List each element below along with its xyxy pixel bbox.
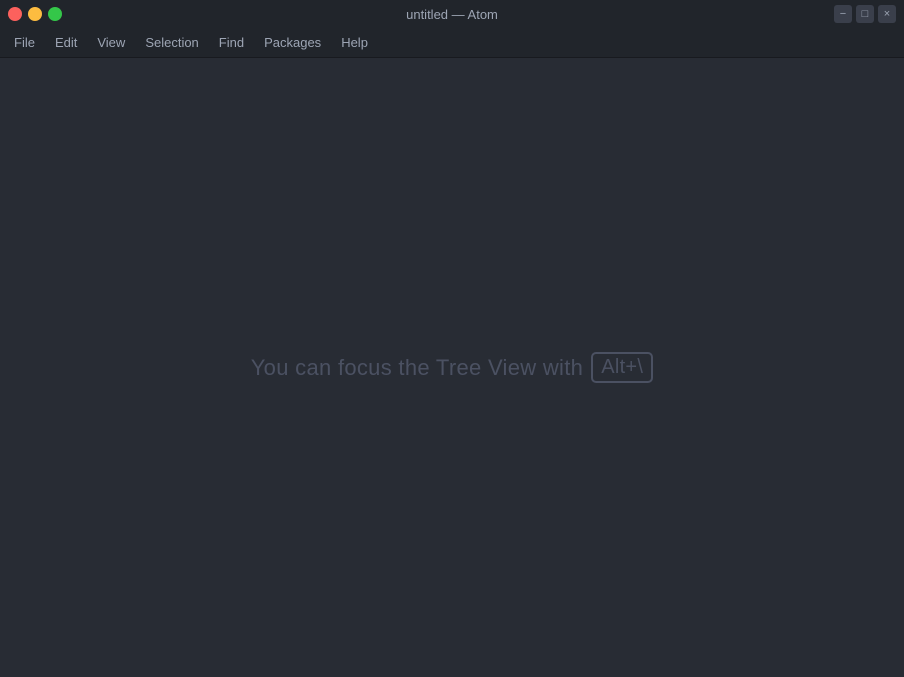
- menu-edit[interactable]: Edit: [45, 31, 87, 54]
- hint-shortcut: Alt+\: [591, 352, 653, 383]
- win-restore-btn[interactable]: □: [856, 5, 874, 23]
- hint-before: You can focus the Tree View with: [251, 355, 583, 381]
- window-controls-right: − □ ×: [834, 5, 896, 23]
- title-bar: untitled — Atom − □ ×: [0, 0, 904, 28]
- maximize-button[interactable]: [48, 7, 62, 21]
- win-minimize-btn[interactable]: −: [834, 5, 852, 23]
- minimize-button[interactable]: [28, 7, 42, 21]
- menu-view[interactable]: View: [87, 31, 135, 54]
- menu-file[interactable]: File: [4, 31, 45, 54]
- menu-bar: File Edit View Selection Find Packages H…: [0, 28, 904, 58]
- close-button[interactable]: [8, 7, 22, 21]
- win-close-btn[interactable]: ×: [878, 5, 896, 23]
- menu-help[interactable]: Help: [331, 31, 378, 54]
- window-title: untitled — Atom: [406, 7, 498, 22]
- menu-selection[interactable]: Selection: [135, 31, 208, 54]
- main-content: You can focus the Tree View with Alt+\: [0, 58, 904, 677]
- window-controls: [8, 7, 62, 21]
- menu-find[interactable]: Find: [209, 31, 254, 54]
- menu-packages[interactable]: Packages: [254, 31, 331, 54]
- hint-text: You can focus the Tree View with Alt+\: [251, 352, 654, 383]
